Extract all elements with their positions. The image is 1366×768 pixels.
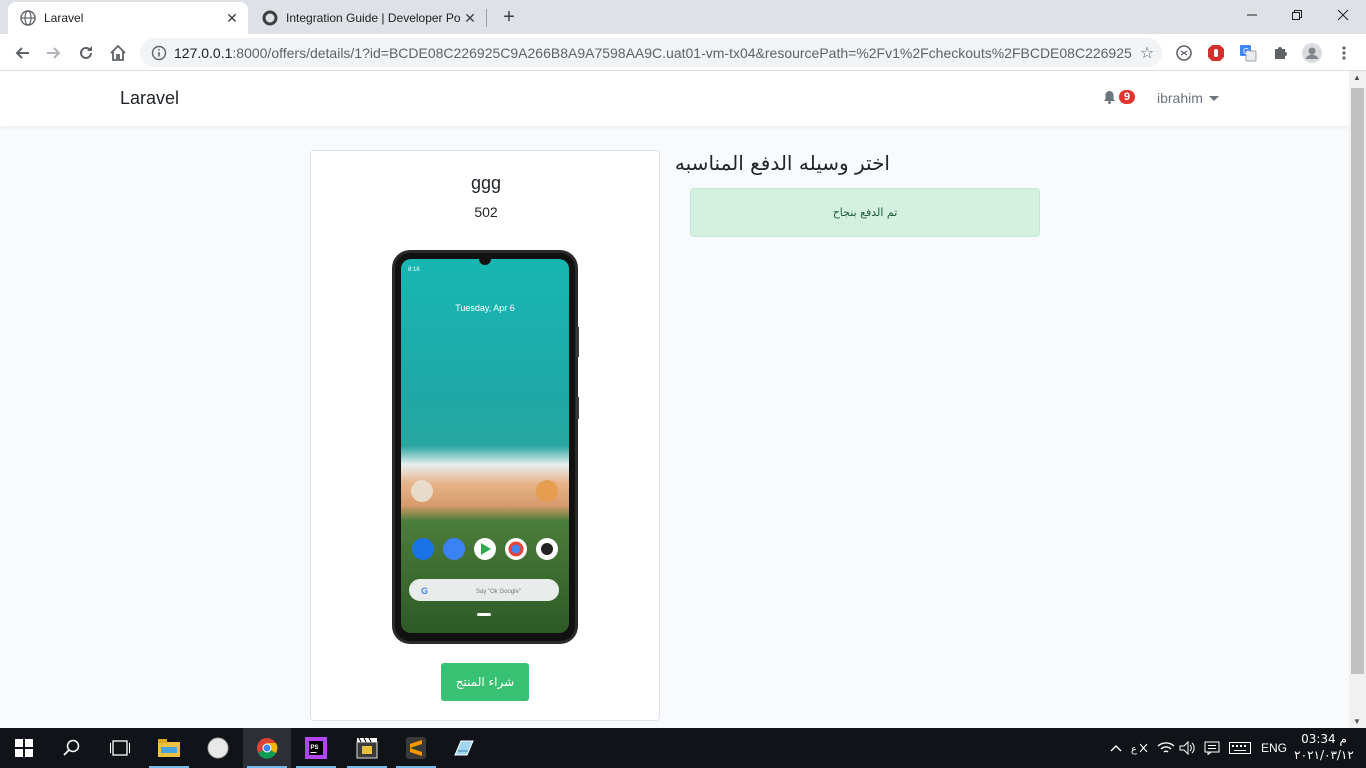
close-tab-icon[interactable]: ✕	[222, 8, 242, 28]
minimize-button[interactable]	[1229, 0, 1275, 30]
taskbar-compass-app[interactable]	[194, 728, 242, 768]
user-dropdown[interactable]: ibrahim	[1157, 90, 1219, 106]
caret-down-icon	[1208, 95, 1219, 101]
svg-text:G: G	[1243, 47, 1249, 56]
taskbar-notepad[interactable]	[440, 728, 488, 768]
user-name: ibrahim	[1157, 90, 1203, 106]
scroll-up-arrow-icon[interactable]: ▲	[1353, 73, 1361, 82]
bookmark-star-icon[interactable]: ☆	[1132, 43, 1162, 63]
keyboard-layout-icon: ع	[1131, 743, 1148, 755]
page-viewport: Laravel 9 ibrahim ggg 502 8:16 Tuesday, …	[0, 71, 1349, 728]
taskbar-sublime[interactable]	[392, 728, 440, 768]
bell-icon	[1104, 91, 1115, 104]
home-button[interactable]	[104, 39, 132, 67]
notification-count-badge: 9	[1119, 90, 1136, 104]
restore-button[interactable]	[1274, 0, 1320, 30]
address-bar[interactable]: 127.0.0.1:8000/offers/details/1?id=BCDE0…	[140, 38, 1162, 67]
product-price: 502	[474, 204, 498, 220]
svg-text:G: G	[421, 586, 428, 596]
compass-app-icon	[207, 737, 229, 759]
url-path: :8000/offers/details/1?id=BCDE08C226925C…	[232, 44, 1132, 61]
notepad-icon	[454, 740, 474, 756]
svg-text:ع: ع	[1131, 744, 1137, 755]
extension-circle-icon[interactable]	[1174, 43, 1194, 63]
volume-button[interactable]	[1176, 728, 1200, 768]
browser-menu-icon[interactable]	[1334, 43, 1354, 63]
phone-status-time: 8:16	[408, 267, 420, 273]
show-hidden-icons-button[interactable]	[1104, 728, 1128, 768]
translate-icon[interactable]: G	[1238, 43, 1258, 63]
close-window-button[interactable]	[1320, 0, 1366, 30]
forward-button[interactable]	[40, 39, 68, 67]
taskbar-file-explorer[interactable]	[145, 728, 193, 768]
task-view-icon	[110, 740, 130, 756]
url-host: 127.0.0.1	[174, 44, 233, 61]
payment-method-heading: اختر وسيله الدفع المناسبه	[674, 151, 890, 175]
search-icon	[63, 739, 80, 756]
phone-search-hint: Say "Ok Google"	[476, 589, 521, 595]
message-icon	[1204, 741, 1220, 755]
product-name: ggg	[470, 173, 502, 193]
scrollbar-thumb[interactable]	[1351, 88, 1364, 674]
task-view-button[interactable]	[96, 728, 144, 768]
phpstorm-icon: PS	[305, 737, 327, 759]
tab-integration-guide[interactable]: Integration Guide | Developer Po ✕	[250, 2, 486, 34]
file-explorer-icon	[158, 739, 180, 757]
notifications-center-button[interactable]	[1200, 728, 1224, 768]
profile-avatar-icon[interactable]	[1302, 43, 1322, 63]
chrome-icon	[257, 738, 278, 759]
windows-taskbar: PS ع ENG 03:34 م ٢٠٢١/٠٣/١٢	[0, 728, 1366, 768]
touch-keyboard-button[interactable]	[1226, 728, 1254, 768]
input-indicator-button[interactable]: ع	[1128, 728, 1152, 768]
site-info-icon[interactable]	[144, 45, 174, 61]
chevron-up-icon	[1110, 745, 1122, 752]
tab-divider	[486, 9, 487, 27]
phone-lock-date: Tuesday, Apr 6	[455, 303, 515, 313]
circle-favicon-icon	[262, 10, 278, 26]
url-text[interactable]: 127.0.0.1:8000/offers/details/1?id=BCDE0…	[174, 45, 1132, 61]
smartphone-image: 8:16 Tuesday, Apr 6 G Say "Ok Google"	[392, 250, 579, 644]
start-button[interactable]	[0, 728, 48, 768]
tab-title: Laravel	[44, 11, 84, 25]
tab-title: Integration Guide | Developer Po	[286, 11, 460, 25]
new-tab-button[interactable]: +	[497, 5, 521, 29]
taskbar-clock[interactable]: 03:34 م ٢٠٢١/٠٣/١٢	[1294, 731, 1354, 763]
globe-icon	[20, 10, 36, 26]
taskbar-media-app[interactable]	[343, 728, 391, 768]
taskbar-chrome[interactable]	[243, 728, 291, 768]
svg-text:PS: PS	[311, 745, 319, 751]
speaker-icon	[1179, 741, 1195, 755]
wifi-icon	[1157, 742, 1175, 753]
media-app-icon	[356, 737, 378, 759]
buy-product-button[interactable]: شراء المنتج	[441, 663, 529, 701]
close-tab-icon[interactable]: ✕	[460, 8, 480, 28]
clock-date: ٢٠٢١/٠٣/١٢	[1294, 748, 1354, 762]
brand-link[interactable]: Laravel	[120, 88, 179, 109]
windows-logo-icon	[15, 739, 33, 757]
language-indicator[interactable]: ENG	[1258, 728, 1290, 768]
keyboard-icon	[1229, 742, 1251, 754]
site-navbar: Laravel 9 ibrahim	[0, 71, 1349, 126]
puzzle-extensions-icon[interactable]	[1270, 43, 1290, 63]
tab-laravel[interactable]: Laravel ✕	[8, 2, 248, 34]
search-button[interactable]	[48, 728, 96, 768]
back-button[interactable]	[8, 39, 36, 67]
browser-tab-bar: Laravel ✕ Integration Guide | Developer …	[0, 0, 1366, 34]
clock-time: 03:34 م	[1301, 732, 1347, 746]
wifi-button[interactable]	[1154, 728, 1178, 768]
payment-success-alert: تم الدفع بنجاح	[690, 188, 1040, 237]
product-card: ggg 502 8:16 Tuesday, Apr 6 G Say "Ok Go…	[310, 150, 660, 721]
scroll-down-arrow-icon[interactable]: ▼	[1353, 717, 1361, 726]
browser-toolbar: 127.0.0.1:8000/offers/details/1?id=BCDE0…	[0, 34, 1366, 71]
page-scrollbar[interactable]: ▲ ▼	[1349, 71, 1366, 728]
notifications-button[interactable]: 9	[1103, 90, 1136, 104]
taskbar-phpstorm[interactable]: PS	[292, 728, 340, 768]
adblock-icon[interactable]	[1206, 43, 1226, 63]
reload-button[interactable]	[72, 39, 100, 67]
sublime-icon	[406, 737, 426, 759]
